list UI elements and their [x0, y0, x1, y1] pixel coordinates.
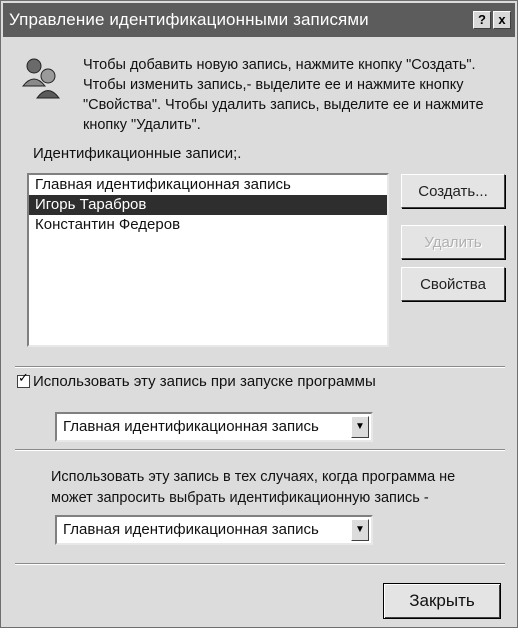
identity-manager-dialog: Управление идентификационными записями ?… — [0, 0, 518, 628]
separator — [15, 449, 505, 451]
identities-icon — [21, 58, 60, 99]
list-item-igor-tarabrov[interactable]: Игорь Тарабров — [29, 195, 387, 215]
delete-button[interactable]: Удалить — [401, 225, 505, 259]
list-item-konstantin-federov[interactable]: Константин Федеров — [29, 215, 387, 235]
help-button[interactable]: ? — [473, 11, 491, 29]
startup-identity-value: Главная идентификационная запись — [63, 418, 319, 435]
list-item-main-identity[interactable]: Главная идентификационная запись — [29, 175, 387, 195]
check-mark-icon: ✓ — [18, 370, 29, 385]
title-bar[interactable]: Управление идентификационными записями ?… — [3, 3, 515, 37]
startup-checkbox-label[interactable]: Использовать эту запись при запуске прог… — [33, 373, 376, 390]
identities-label: Идентификационные записи;. — [33, 145, 242, 162]
window-title: Управление идентификационными записями — [9, 10, 369, 29]
close-window-button[interactable]: x — [493, 11, 511, 29]
separator — [15, 563, 505, 565]
properties-button[interactable]: Свойства — [401, 267, 505, 301]
close-button[interactable]: Закрыть — [383, 583, 501, 619]
separator — [15, 366, 505, 368]
chevron-down-icon[interactable]: ▼ — [351, 416, 369, 438]
info-text: Чтобы добавить новую запись, нажмите кно… — [83, 57, 484, 133]
fallback-identity-select[interactable]: Главная идентификационная запись ▼ — [55, 515, 373, 545]
fallback-identity-value: Главная идентификационная запись — [63, 521, 319, 538]
startup-checkbox[interactable]: ✓ — [17, 371, 30, 388]
fallback-description: Использовать эту запись в тех случаях, к… — [51, 469, 456, 506]
startup-checkbox-row[interactable]: ✓ Использовать эту запись при запуске про… — [17, 371, 376, 390]
identities-list[interactable]: Главная идентификационная запись Игорь Т… — [27, 173, 389, 347]
chevron-down-icon[interactable]: ▼ — [351, 519, 369, 541]
create-button[interactable]: Создать... — [401, 174, 505, 208]
startup-identity-select[interactable]: Главная идентификационная запись ▼ — [55, 412, 373, 442]
